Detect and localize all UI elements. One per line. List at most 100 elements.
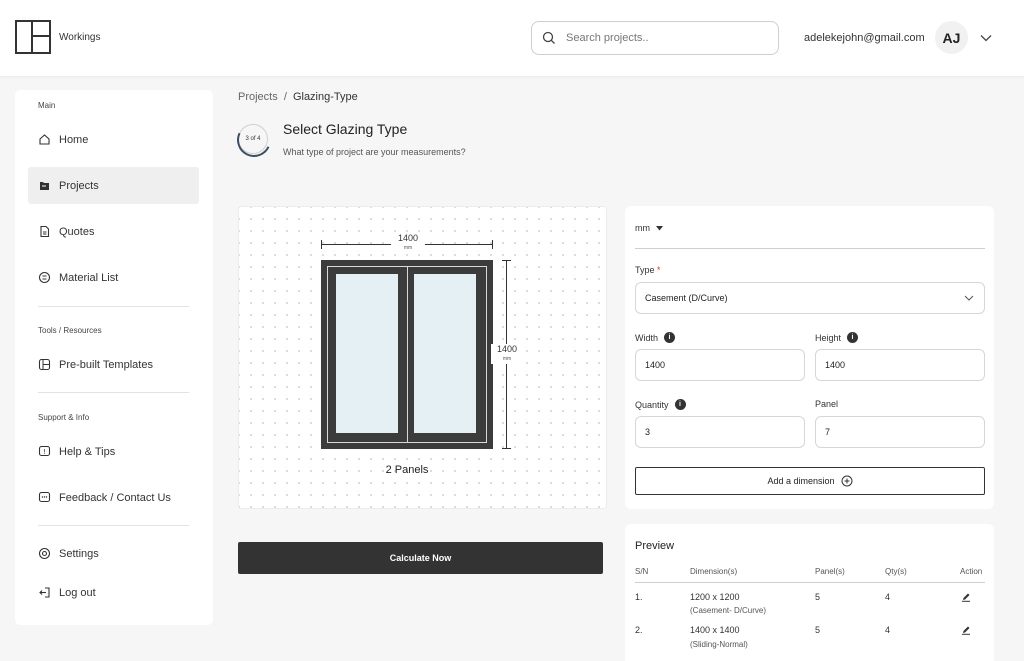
search-box[interactable]: [531, 21, 779, 55]
info-icon[interactable]: i: [664, 332, 676, 343]
panel-label: Panel: [815, 399, 839, 409]
width-label: Width i: [635, 332, 676, 343]
height-field[interactable]: [815, 349, 985, 381]
sidebar-item-label: Projects: [59, 179, 99, 192]
cell-type: (Casement- D/Curve): [690, 606, 767, 615]
dimensions-form: mm Type * Casement (D/Curve) Widthi Heig…: [625, 206, 994, 509]
type-select-value: Casement (D/Curve): [645, 293, 728, 303]
sidebar-item-label: Material List: [59, 271, 119, 284]
logo[interactable]: Workings: [15, 20, 101, 54]
add-dimension-label: Add a dimension: [767, 476, 835, 486]
folder-icon: [40, 182, 49, 190]
sidebar-item-label: Settings: [59, 547, 99, 560]
chevron-down-icon[interactable]: [979, 31, 993, 45]
section-label-support: Support & Info: [38, 413, 90, 422]
edit-icon[interactable]: [961, 625, 971, 635]
list-icon: [38, 271, 51, 284]
sidebar-item-material-list[interactable]: Material List: [28, 259, 199, 296]
column-header-sn: S/N: [635, 567, 649, 576]
breadcrumb-projects-link[interactable]: Projects: [238, 91, 278, 103]
breadcrumb: Projects / Glazing-Type: [238, 91, 358, 103]
cell-sn: 2.: [635, 625, 643, 635]
quantity-label: Quantity i: [635, 399, 686, 410]
width-dimension-label: 1400 mm: [391, 233, 425, 253]
window-frame: [321, 260, 493, 449]
table-header-divider: [635, 582, 985, 583]
page-title: Select Glazing Type: [283, 121, 408, 137]
top-header: Workings adelekejohn@gmail.com AJ: [0, 0, 1024, 76]
step-label: 3 of 4: [245, 136, 261, 142]
width-field[interactable]: [635, 349, 805, 381]
column-header-qty: Qty(s): [885, 567, 907, 576]
gear-icon: [38, 547, 51, 560]
sidebar-item-help-tips[interactable]: ! Help & Tips: [28, 433, 199, 470]
height-input[interactable]: [825, 360, 984, 370]
sidebar-item-label: Home: [59, 133, 89, 146]
panels-count-label: 2 Panels: [385, 464, 429, 476]
svg-text:!: !: [43, 448, 46, 456]
avatar[interactable]: AJ: [935, 21, 968, 54]
breadcrumb-current: Glazing-Type: [292, 91, 358, 103]
sidebar-item-projects[interactable]: Projects: [28, 167, 199, 204]
edit-icon[interactable]: [961, 592, 971, 602]
height-dimension-label: 1400 mm: [491, 344, 523, 364]
preview-title: Preview: [635, 540, 675, 552]
cell-panels: 5: [815, 592, 821, 602]
glass-pane-left: [336, 274, 398, 433]
sidebar-item-home[interactable]: Home: [28, 121, 199, 158]
quantity-input[interactable]: [645, 427, 804, 437]
preview-table-card: Preview S/N Dimension(s) Panel(s) Qty(s)…: [625, 524, 994, 661]
quantity-field[interactable]: [635, 416, 805, 448]
template-icon: [38, 358, 51, 371]
plus-circle-icon: [841, 475, 853, 487]
width-dimension-line: 1400 mm: [321, 233, 493, 253]
sidebar-divider: [38, 525, 189, 526]
type-label: Type *: [635, 265, 661, 275]
chat-icon: [38, 491, 51, 503]
section-label-tools: Tools / Resources: [38, 326, 102, 335]
info-icon[interactable]: i: [847, 332, 859, 343]
info-icon[interactable]: i: [674, 399, 686, 410]
width-input[interactable]: [645, 360, 804, 370]
logo-text: Workings: [59, 31, 101, 43]
sidebar-item-label: Log out: [59, 586, 96, 599]
search-input[interactable]: [566, 32, 756, 44]
panel-field[interactable]: [815, 416, 985, 448]
panel-input[interactable]: [825, 427, 984, 437]
sidebar-item-label: Help & Tips: [59, 445, 116, 458]
unit-select-value: mm: [635, 223, 650, 233]
cell-qty: 4: [885, 592, 891, 602]
sidebar-item-logout[interactable]: Log out: [28, 574, 199, 611]
logo-window-icon: [15, 20, 51, 54]
window-drawing-canvas: 1400 mm 1400 mm 2 Panels: [238, 206, 607, 509]
section-label-main: Main: [38, 101, 56, 110]
sidebar-item-label: Quotes: [59, 225, 95, 238]
search-icon: [542, 31, 555, 44]
sidebar: Main Home Projects Quotes Material List …: [15, 90, 213, 625]
sidebar-item-feedback[interactable]: Feedback / Contact Us: [28, 479, 199, 516]
type-select[interactable]: Casement (D/Curve): [635, 282, 985, 314]
document-icon: [40, 225, 50, 238]
page-subtitle: What type of project are your measuremen…: [283, 147, 466, 157]
calculate-now-button[interactable]: Calculate Now: [238, 542, 603, 574]
sidebar-item-settings[interactable]: Settings: [28, 535, 199, 572]
cell-dimension: 1400 x 1400: [690, 625, 740, 635]
column-header-panels: Panel(s): [815, 567, 845, 576]
sidebar-item-prebuilt-templates[interactable]: Pre-built Templates: [28, 346, 199, 383]
user-email: adelekejohn@gmail.com: [804, 32, 925, 44]
window-sash: [327, 266, 487, 443]
step-progress-indicator: 3 of 4: [238, 124, 268, 154]
height-label: Height i: [815, 332, 859, 343]
cell-panels: 5: [815, 625, 821, 635]
unit-underline: [635, 248, 985, 249]
logout-icon: [39, 587, 50, 598]
add-dimension-button[interactable]: Add a dimension: [635, 467, 985, 495]
column-header-action: Action: [960, 567, 983, 576]
glass-pane-right: [414, 274, 476, 433]
unit-select[interactable]: mm: [635, 223, 663, 233]
help-icon: !: [38, 445, 51, 457]
sidebar-item-quotes[interactable]: Quotes: [28, 213, 199, 250]
chevron-down-icon: [964, 295, 974, 301]
cell-type: (Sliding-Normal): [690, 640, 748, 649]
sidebar-divider: [38, 306, 189, 307]
